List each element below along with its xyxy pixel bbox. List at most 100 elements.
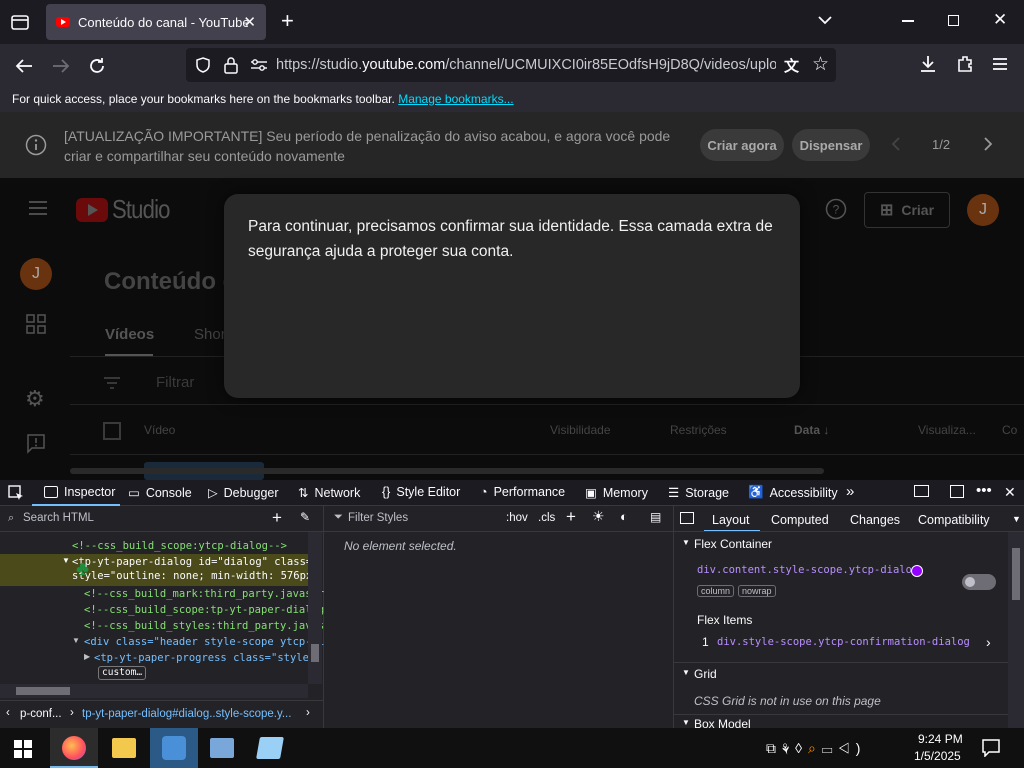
- tab-close-icon[interactable]: ✕: [243, 13, 256, 31]
- tab-storage[interactable]: ☰ Storage: [668, 485, 729, 501]
- tab-style-editor[interactable]: {} Style Editor: [382, 485, 460, 499]
- start-windows-icon[interactable]: [14, 740, 32, 758]
- reload-icon[interactable]: [87, 56, 107, 76]
- tab-layout[interactable]: Layout: [712, 513, 750, 527]
- breadcrumb-next-icon[interactable]: ›: [306, 707, 310, 719]
- hamburger-menu-icon[interactable]: [28, 200, 48, 216]
- tab-shorts[interactable]: Shor: [194, 326, 226, 343]
- eyedropper-icon[interactable]: ✎: [300, 510, 310, 524]
- html-vertical-scrollbar[interactable]: [308, 532, 322, 684]
- responsive-design-icon[interactable]: [914, 485, 929, 497]
- hov-toggle[interactable]: :hov: [506, 512, 528, 524]
- tray-search-icon[interactable]: ⌕: [808, 740, 822, 756]
- app-taskbar-button[interactable]: [150, 728, 198, 768]
- tab-compatibility[interactable]: Compatibility: [918, 513, 990, 527]
- bookmark-star-icon[interactable]: ☆: [812, 53, 829, 76]
- firefox-taskbar-button[interactable]: [50, 728, 98, 768]
- dock-icon[interactable]: [950, 485, 964, 498]
- permissions-icon[interactable]: [250, 58, 268, 72]
- studio-logo[interactable]: Studio: [76, 194, 180, 225]
- banner-next-icon[interactable]: [982, 136, 994, 152]
- tab-videos[interactable]: Vídeos: [105, 326, 154, 343]
- shield-icon[interactable]: [194, 56, 212, 74]
- light-mode-icon[interactable]: ☀: [592, 508, 605, 525]
- filter-input[interactable]: Filtrar: [156, 374, 194, 391]
- grid-section[interactable]: ▼ Grid: [674, 664, 1008, 684]
- window-close-icon[interactable]: ✕: [993, 10, 1007, 30]
- flex-color-swatch[interactable]: [911, 565, 923, 577]
- tab-list-icon[interactable]: [10, 12, 30, 32]
- dashboard-icon[interactable]: [26, 314, 46, 334]
- filter-styles-input[interactable]: Filter Styles: [348, 512, 408, 524]
- account-avatar[interactable]: J: [967, 194, 999, 226]
- settings-gear-icon[interactable]: ⚙: [25, 386, 45, 412]
- code-line[interactable]: <tp-yt-paper-progress class="style-s: [94, 650, 322, 666]
- dark-mode-icon[interactable]: ◐: [620, 509, 628, 524]
- sidebar-overflow-icon[interactable]: ▼: [1012, 514, 1021, 524]
- flex-container-section[interactable]: ▼ Flex Container: [674, 534, 1008, 554]
- tray-drop-icon[interactable]: ◊: [795, 740, 808, 756]
- add-node-icon[interactable]: +: [272, 508, 282, 528]
- collapse-triangle-icon[interactable]: ▶: [84, 652, 90, 661]
- translate-icon[interactable]: 文: [784, 55, 799, 76]
- new-tab-icon[interactable]: +: [281, 10, 294, 32]
- tab-inspector[interactable]: Inspector: [44, 485, 115, 499]
- layout-vertical-scrollbar[interactable]: [1008, 532, 1024, 728]
- code-line[interactable]: <!--css_build_mark:third_party.javascr: [84, 586, 324, 602]
- tray-network-icon[interactable]: ▭: [822, 740, 839, 756]
- devtools-close-icon[interactable]: ✕: [1004, 484, 1016, 501]
- tray-app-icon[interactable]: ⧉: [766, 740, 782, 756]
- breadcrumb-prev-icon[interactable]: ‹: [6, 707, 10, 719]
- devtools-menu-icon[interactable]: •••: [976, 482, 992, 499]
- flex-selector[interactable]: div.content.style-scope.ytcp-dialog: [697, 564, 918, 576]
- tray-volume-icon[interactable]: ◁): [839, 740, 867, 756]
- minimize-icon[interactable]: [902, 20, 914, 22]
- tray-network-users-icon[interactable]: ⚘: [782, 740, 795, 756]
- custom-element-badge[interactable]: custom…: [98, 666, 147, 680]
- tab-debugger[interactable]: ▷ Debugger: [208, 485, 279, 501]
- manage-bookmarks-link[interactable]: Manage bookmarks...: [398, 92, 513, 106]
- tab-computed[interactable]: Computed: [771, 513, 829, 527]
- breadcrumb-item[interactable]: p-conf...: [20, 708, 62, 720]
- flex-item-row[interactable]: 1 div.style-scope.ytcp-confirmation-dial…: [674, 634, 1008, 652]
- back-arrow-icon[interactable]: [14, 56, 34, 76]
- forward-arrow-icon[interactable]: [51, 56, 71, 76]
- notifications-icon[interactable]: [982, 739, 1000, 757]
- create-button[interactable]: ⊞ Criar: [864, 192, 950, 228]
- cls-toggle[interactable]: .cls: [538, 512, 555, 524]
- expand-triangle-icon[interactable]: ▼: [72, 636, 80, 645]
- feedback-icon[interactable]: [27, 434, 45, 454]
- notes-app-icon[interactable]: [256, 737, 284, 759]
- help-icon[interactable]: ?: [825, 198, 847, 220]
- list-all-tabs-icon[interactable]: [817, 12, 833, 28]
- tab-memory[interactable]: ▣ Memory: [585, 485, 648, 501]
- tab-accessibility[interactable]: ♿ Accessibility: [748, 485, 838, 500]
- clock-date[interactable]: 1/5/2025: [914, 749, 961, 763]
- toggle-sidebar-icon[interactable]: [680, 512, 694, 524]
- maximize-icon[interactable]: [948, 15, 959, 26]
- html-search-input[interactable]: Search HTML: [23, 512, 94, 524]
- dismiss-button[interactable]: Dispensar: [792, 129, 870, 161]
- horizontal-scrollbar[interactable]: [70, 468, 824, 474]
- element-picker-icon[interactable]: [8, 485, 24, 501]
- column-date[interactable]: Data ↓: [794, 423, 829, 437]
- tab-changes[interactable]: Changes: [850, 513, 900, 527]
- code-line[interactable]: <!--css_build_scope:ytcp-dialog-->: [72, 538, 287, 554]
- clock-time[interactable]: 9:24 PM: [918, 732, 963, 746]
- tab-console[interactable]: ▭ Console: [128, 485, 192, 501]
- downloads-icon[interactable]: [918, 54, 938, 74]
- html-horizontal-scrollbar[interactable]: [0, 684, 308, 698]
- active-tab[interactable]: Conteúdo do canal - YouTube Studio ✕: [46, 4, 266, 40]
- print-media-icon[interactable]: ▤: [650, 510, 661, 524]
- code-line[interactable]: <div class="header style-scope ytcp-di: [84, 634, 324, 650]
- expand-triangle-icon[interactable]: ▼: [62, 556, 70, 565]
- more-tabs-icon[interactable]: »: [846, 483, 854, 500]
- code-line[interactable]: <!--css_build_scope:tp-yt-paper-dialog: [84, 602, 324, 618]
- extensions-icon[interactable]: [955, 54, 975, 74]
- app-menu-icon[interactable]: [992, 57, 1008, 71]
- code-line[interactable]: <!--css_build_styles:third_party.javas: [84, 618, 324, 634]
- filter-icon[interactable]: [103, 376, 121, 390]
- file-explorer-icon[interactable]: [112, 738, 136, 758]
- breadcrumb-item-selected[interactable]: tp-yt-paper-dialog#dialog..style-scope.y…: [82, 708, 291, 720]
- lock-icon[interactable]: [223, 56, 239, 74]
